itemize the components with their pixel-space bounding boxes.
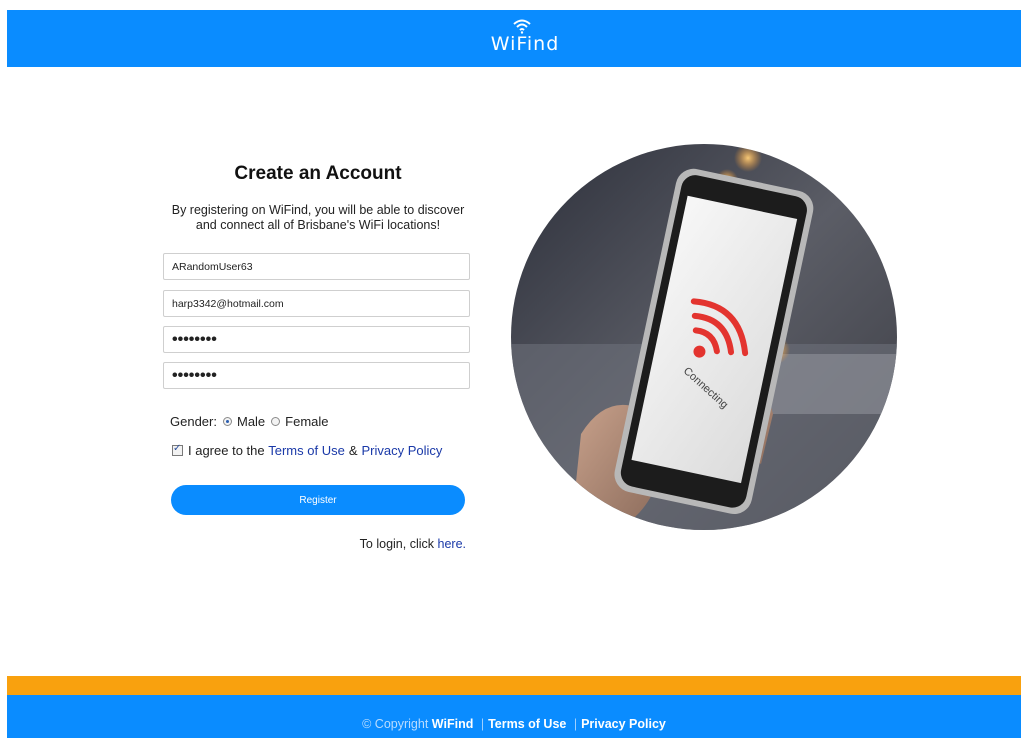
header-bar: WiFind	[7, 10, 1021, 67]
footer-separator: |	[480, 717, 485, 731]
confirm-password-input[interactable]	[163, 362, 470, 389]
login-text: To login, click	[359, 537, 435, 551]
footer-accent-stripe	[7, 676, 1021, 695]
register-page: WiFind Create an Account By registering …	[0, 0, 1021, 738]
page-title: Create an Account	[234, 163, 402, 184]
wifi-icon	[513, 19, 531, 34]
footer-privacy-link[interactable]: Privacy Policy	[581, 717, 666, 731]
gender-label: Gender:	[170, 413, 217, 429]
footer-brand[interactable]: WiFind	[432, 717, 474, 731]
gender-row: Gender: Male Female	[170, 413, 329, 429]
footer-terms-link[interactable]: Terms of Use	[488, 717, 566, 731]
gender-female-radio[interactable]	[271, 416, 281, 426]
hero-photo: Connecting	[511, 144, 897, 530]
agree-row: I agree to the Terms of Use & Privacy Po…	[172, 442, 442, 458]
agree-label: I agree to the	[188, 442, 265, 458]
privacy-link[interactable]: Privacy Policy	[362, 443, 443, 458]
amp-text: &	[348, 442, 358, 458]
login-row: To login, click here.	[300, 537, 466, 551]
gender-male-label[interactable]: Male	[237, 414, 265, 429]
phone-connecting-illustration: Connecting	[511, 144, 897, 530]
footer-text: © Copyright WiFind | Terms of Use | Privac…	[7, 717, 1021, 731]
subtitle-line-2: and connect all of Brisbane's WiFi locat…	[195, 218, 441, 232]
footer-copyright: © Copyright	[362, 717, 429, 731]
footer-separator: |	[573, 717, 578, 731]
gender-male-radio[interactable]	[222, 416, 232, 426]
password-input[interactable]	[163, 326, 470, 353]
gender-female-label[interactable]: Female	[285, 414, 328, 429]
login-link[interactable]: here.	[438, 537, 467, 551]
page-subtitle: By registering on WiFind, you will be ab…	[160, 203, 476, 233]
terms-link[interactable]: Terms of Use	[268, 443, 345, 458]
register-button[interactable]: Register	[171, 485, 465, 515]
logo-text: WiFind	[490, 33, 560, 55]
logo[interactable]: WiFind	[487, 18, 567, 60]
footer-bar: © Copyright WiFind | Terms of Use | Privac…	[7, 695, 1021, 738]
agree-checkbox[interactable]	[172, 443, 183, 456]
subtitle-line-1: By registering on WiFind, you will be ab…	[171, 203, 465, 217]
bokeh-light	[734, 144, 762, 172]
username-input[interactable]	[163, 253, 470, 280]
email-input[interactable]	[163, 290, 470, 317]
